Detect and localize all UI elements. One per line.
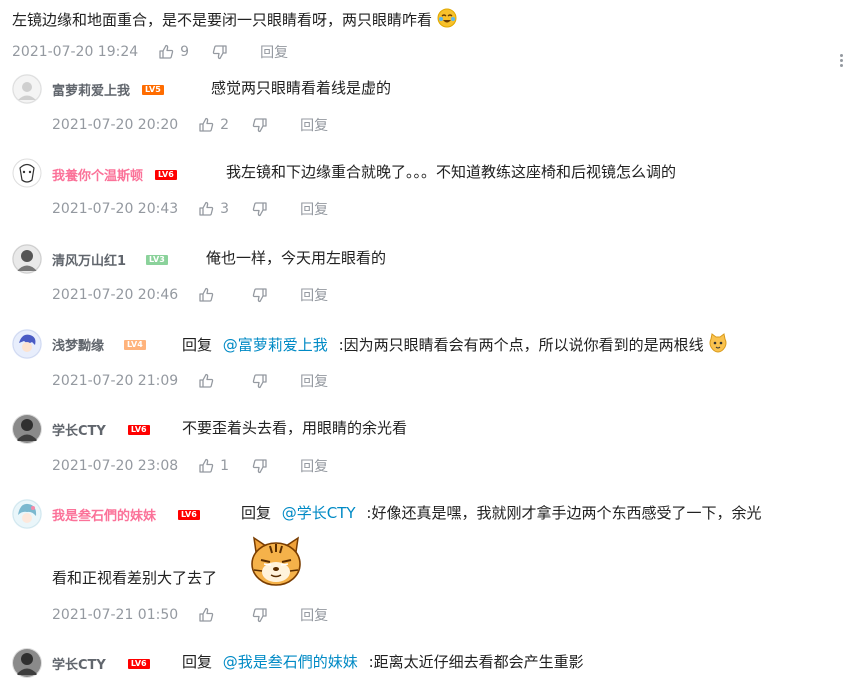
username[interactable]: 浅梦黝缘 [52,335,104,354]
username[interactable]: 富萝莉爱上我 [52,80,130,99]
reply-prefix: 回复 [182,336,213,354]
mention-link[interactable]: @我是叁石們的妹妹 [223,653,358,671]
thumbs-down-icon [252,608,267,623]
username[interactable]: 我是叁石們的妹妹 [52,505,156,524]
reply-content: :好像还真是嘿，我就刚才拿手边两个东西感受了一下，余光 [366,504,762,522]
comment-time: 2021-07-20 20:46 [52,287,179,303]
thumbs-down-icon [252,202,267,217]
thumbs-down-icon [212,45,227,60]
level-badge: LV3 [146,254,168,265]
level-badge: LV4 [124,339,146,350]
root-comment-text: 左镜边缘和地面重合，是不是要闭一只眼睛看呀，两只眼睛咋看 [12,8,457,33]
tiger-sticker-icon [246,530,306,590]
comment-time: 2021-07-20 20:43 [52,201,179,217]
reply-content-line2: 看和正视看差别大了去了 [52,569,218,587]
dislike-button[interactable] [252,201,268,217]
avatar[interactable] [12,648,42,678]
thumbs-up-icon [159,44,174,59]
mention-link[interactable]: @富萝莉爱上我 [223,336,328,354]
like-count: 9 [180,44,190,60]
level-badge: LV6 [178,509,200,520]
like-button[interactable]: 2 [198,117,230,133]
reply-meta: 2021-07-20 20:43 3 回复 [52,199,328,219]
like-count: 2 [220,117,230,133]
reply-content: 不要歪着头去看，用眼睛的余光看 [182,419,408,437]
like-button[interactable] [198,607,230,623]
avatar[interactable] [12,244,42,274]
dislike-button[interactable] [252,373,268,389]
level-badge: LV5 [142,84,164,95]
dislike-button[interactable] [212,44,228,60]
username[interactable]: 我養你个温斯顿 [52,165,143,184]
avatar[interactable] [12,499,42,529]
reply-content-row: 回复 @富萝莉爱上我 :因为两只眼睛看会有两个点，所以说你看到的是两根线 [182,333,728,358]
comment-time: 2021-07-20 23:08 [52,458,179,474]
crying-laughing-emoji-icon [437,8,457,33]
reply-meta: 2021-07-20 20:46 回复 [52,285,328,305]
thumbs-down-icon [252,459,267,474]
reply-button[interactable]: 回复 [300,199,328,219]
thumbs-up-icon [199,201,214,216]
like-button[interactable]: 9 [158,44,190,60]
comment-time: 2021-07-20 21:09 [52,373,179,389]
reply-button[interactable]: 回复 [300,456,328,476]
reply-content: 俺也一样，今天用左眼看的 [206,249,387,267]
reply-content: :距离太近仔细去看都会产生重影 [368,653,584,671]
more-vertical-icon[interactable] [840,52,844,69]
thumbs-down-icon [252,288,267,303]
dislike-button[interactable] [252,287,268,303]
reply-button[interactable]: 回复 [300,115,328,135]
avatar[interactable] [12,329,42,359]
like-button[interactable]: 1 [198,458,230,474]
mention-link[interactable]: @学长CTY [282,504,356,522]
avatar[interactable] [12,158,42,188]
reply-prefix: 回复 [182,653,213,671]
reply-content: :因为两只眼睛看会有两个点，所以说你看到的是两根线 [338,336,704,354]
thumbs-down-icon [252,118,267,133]
level-badge: LV6 [127,424,150,435]
thumbs-up-icon [199,117,214,132]
like-count: 3 [220,201,230,217]
reply-content-row: 回复 @我是叁石們的妹妹 :距离太近仔细去看都会产生重影 [182,652,584,672]
reply-button[interactable]: 回复 [300,605,328,625]
like-button[interactable] [198,287,230,303]
like-button[interactable] [198,373,230,389]
reply-meta: 2021-07-21 01:50 回复 [52,605,328,625]
thumbs-down-icon [252,374,267,389]
reply-prefix: 回复 [241,504,272,522]
reply-button[interactable]: 回复 [300,371,328,391]
thumbs-up-icon [199,373,214,388]
username[interactable]: 学长CTY [52,420,106,439]
reply-content: 我左镜和下边缘重合就晚了。。。不知道教练这座椅和后视镜怎么调的 [226,163,677,181]
dislike-button[interactable] [252,117,268,133]
reply-content: 感觉两只眼睛看着线是虚的 [211,79,392,97]
username[interactable]: 清风万山红1 [52,250,126,269]
reply-meta: 2021-07-20 20:20 2 回复 [52,115,328,135]
root-comment-meta: 2021-07-20 19:24 9 回复 [12,42,288,62]
like-button[interactable]: 3 [198,201,230,217]
reply-content-row: 回复 @学长CTY :好像还真是嘿，我就刚才拿手边两个东西感受了一下，余光 [241,503,761,523]
level-badge: LV6 [155,169,177,180]
username[interactable]: 学长CTY [52,654,106,673]
reply-meta: 2021-07-20 21:09 回复 [52,371,328,391]
thumbs-up-icon [199,458,214,473]
comment-time: 2021-07-20 20:20 [52,117,179,133]
reply-button[interactable]: 回复 [300,285,328,305]
reply-button[interactable]: 回复 [260,42,288,62]
avatar[interactable] [12,74,42,104]
dislike-button[interactable] [252,607,268,623]
comment-time: 2021-07-20 19:24 [12,44,139,60]
like-count: 1 [220,458,230,474]
level-badge: LV6 [127,658,150,669]
reply-meta: 2021-07-20 23:08 1 回复 [52,456,328,476]
comment-time: 2021-07-21 01:50 [52,607,179,623]
cat-emoji-icon [708,333,728,358]
thumbs-up-icon [199,607,214,622]
thumbs-up-icon [199,287,214,302]
avatar[interactable] [12,414,42,444]
dislike-button[interactable] [252,458,268,474]
